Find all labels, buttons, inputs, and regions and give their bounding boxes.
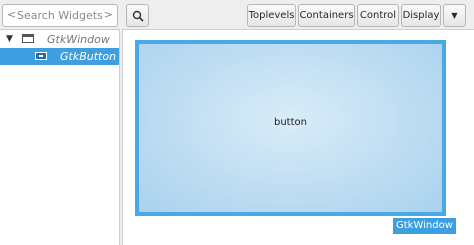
tree-item-label: GtkWindow <box>47 33 110 46</box>
chevron-down-icon: ▼ <box>451 11 458 20</box>
search-next-icon[interactable]: > <box>104 8 113 21</box>
search-placeholder: Search Widgets <box>17 9 103 22</box>
button-preview-label[interactable]: button <box>139 117 442 128</box>
search-widgets-input[interactable]: < Search Widgets > <box>2 4 118 27</box>
tree-item-gtkwindow[interactable]: ▼ GtkWindow <box>0 31 119 48</box>
gtkwindow-preview[interactable]: button <box>135 40 446 216</box>
window-name-tag: GtkWindow <box>393 218 456 234</box>
widget-tree-panel: < Search Widgets > ▼ GtkWindow GtkButton <box>0 0 120 245</box>
toplevels-button[interactable]: Toplevels <box>247 4 296 27</box>
design-canvas[interactable]: button GtkWindow <box>122 29 474 245</box>
search-prev-icon[interactable]: < <box>7 8 16 21</box>
widget-tree: ▼ GtkWindow GtkButton <box>0 29 120 245</box>
tree-item-label: GtkButton <box>60 50 117 63</box>
containers-button[interactable]: Containers <box>298 4 355 27</box>
button-widget-icon <box>35 52 47 60</box>
control-button[interactable]: Control <box>357 4 399 27</box>
expand-arrow-icon[interactable]: ▼ <box>6 34 13 44</box>
search-icon <box>132 10 144 22</box>
window-icon <box>22 34 34 43</box>
display-button[interactable]: Display <box>401 4 441 27</box>
search-button[interactable] <box>126 4 149 27</box>
more-dropdown-button[interactable]: ▼ <box>443 4 466 27</box>
design-panel: Toplevels Containers Control Display ▼ b… <box>122 0 474 245</box>
tree-item-gtkbutton[interactable]: GtkButton <box>0 48 119 65</box>
